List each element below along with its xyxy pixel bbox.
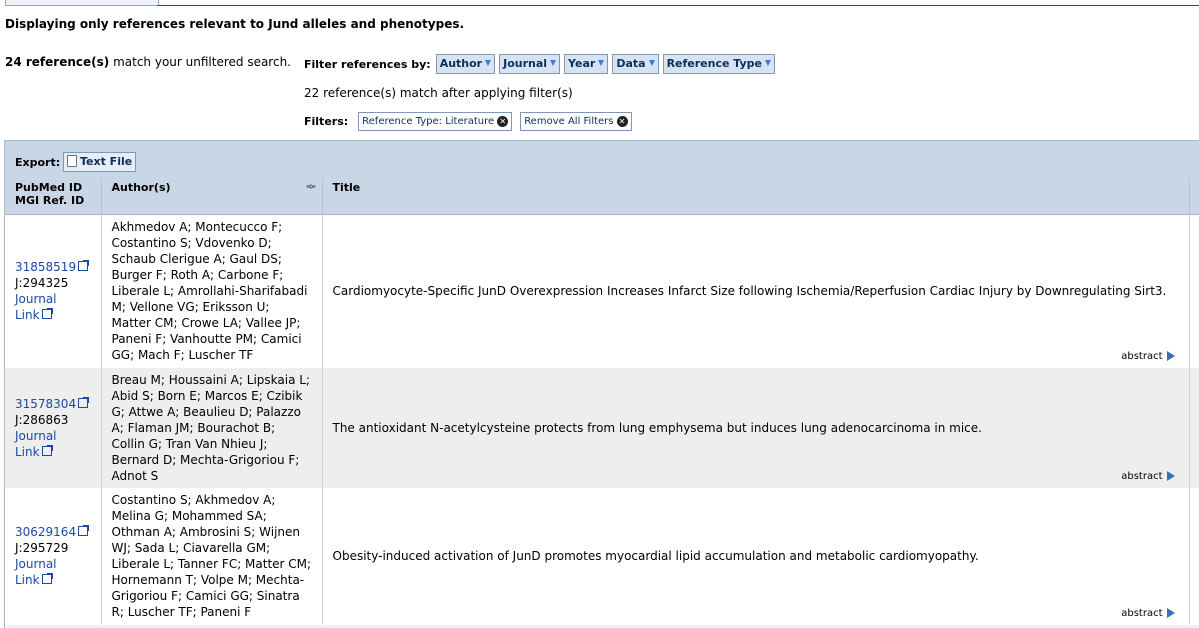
export-bar: Export: Text File: [5, 141, 1199, 177]
pubmed-link[interactable]: 30629164: [15, 525, 90, 539]
filter-reference-type-button[interactable]: Reference Type: [662, 54, 775, 74]
reference-title: Cardiomyocyte-Specific JunD Overexpressi…: [332, 284, 1167, 299]
reference-count-number: 24 reference(s): [5, 55, 110, 69]
reference-title: The antioxidant N-acetylcysteine protect…: [332, 420, 982, 435]
column-header-id: PubMed ID MGI Ref. ID: [5, 177, 102, 215]
mgi-id: J:286863: [15, 412, 69, 427]
active-filters: Filters: Reference Type: Literature ✕ Rem…: [304, 112, 640, 131]
filter-by-label: Filter references by:: [304, 57, 431, 71]
external-link-icon: [78, 260, 90, 272]
filter-funnel-icon: [764, 60, 771, 66]
title-cell: Obesity-induced activation of JunD promo…: [322, 487, 1190, 625]
reference-count: 24 reference(s) match your unfiltered se…: [5, 55, 291, 69]
column-header-extra: [1189, 177, 1199, 215]
remove-all-icon[interactable]: ✕: [616, 116, 628, 127]
table-row: 30629164 J:295729 Journal Link Costantino…: [5, 487, 1199, 625]
mgi-id: J:294325: [15, 276, 69, 291]
mgi-id: J:295729: [15, 541, 69, 555]
intro-text: Displaying only references relevant to J…: [5, 17, 465, 31]
export-text-file-button[interactable]: Text File: [63, 152, 137, 172]
tab-divider: [157, 5, 1199, 6]
id-cell: 30629164 J:295729 Journal Link: [5, 487, 102, 625]
remove-all-filters-button[interactable]: Remove All Filters ✕: [520, 112, 632, 131]
journal-link[interactable]: Journal Link: [15, 292, 57, 322]
table-row: 31858519 J:294325 Journal Link Akhmedov A…: [5, 214, 1199, 368]
external-link-icon: [41, 573, 53, 584]
abstract-toggle[interactable]: abstract: [1121, 606, 1175, 622]
authors-cell: Akhmedov A; Montecucco F; Costantino S; …: [101, 214, 323, 368]
sort-icon[interactable]: ︿ ﹀: [306, 181, 315, 196]
expand-triangle-icon: [1166, 470, 1175, 481]
tab-references[interactable]: [5, 0, 159, 6]
results-panel: Export: Text File PubMed ID MGI Ref. ID A…: [4, 140, 1199, 628]
remove-filter-icon[interactable]: ✕: [497, 116, 509, 127]
filters-label: Filters:: [304, 115, 349, 128]
external-link-icon: [41, 444, 53, 456]
pubmed-link[interactable]: 31578304: [15, 396, 90, 411]
filter-journal-button[interactable]: Journal: [499, 54, 561, 74]
column-header-authors[interactable]: Author(s) ︿ ﹀: [101, 177, 323, 215]
journal-link[interactable]: Journal Link: [15, 557, 57, 587]
filter-funnel-icon: [550, 60, 557, 66]
title-cell: Cardiomyocyte-Specific JunD Overexpressi…: [322, 214, 1190, 368]
filter-funnel-icon: [598, 60, 605, 66]
filter-author-button[interactable]: Author: [435, 54, 496, 74]
filter-funnel-icon: [648, 60, 655, 66]
filter-data-button[interactable]: Data: [612, 54, 659, 74]
filtered-count: 22 reference(s) match after applying fil…: [304, 86, 573, 100]
document-icon: [67, 155, 77, 167]
id-cell: 31858519 J:294325 Journal Link: [5, 214, 102, 368]
id-cell: 31578304 J:286863 Journal Link: [5, 367, 102, 488]
authors-cell: Costantino S; Akhmedov A; Melina G; Moha…: [101, 487, 323, 625]
references-table: PubMed ID MGI Ref. ID Author(s) ︿ ﹀ Title 3…: [5, 177, 1199, 625]
tab-strip: [0, 0, 1199, 6]
authors-cell: Breau M; Houssaini A; Lipskaia L; Abid S…: [101, 367, 323, 488]
filter-bar: Filter references by: Author Journal Yea…: [304, 54, 779, 74]
reference-title: Obesity-induced activation of JunD promo…: [332, 549, 979, 563]
expand-triangle-icon: [1166, 607, 1175, 618]
external-link-icon: [78, 525, 90, 536]
column-header-title: Title: [322, 177, 1190, 215]
filter-funnel-icon: [485, 60, 492, 66]
journal-link[interactable]: Journal Link: [15, 429, 57, 459]
table-row: 31578304 J:286863 Journal Link Breau M; H…: [5, 367, 1199, 488]
filter-chip-reference-type[interactable]: Reference Type: Literature ✕: [358, 112, 513, 131]
abstract-toggle[interactable]: abstract: [1121, 349, 1175, 365]
pubmed-link[interactable]: 31858519: [15, 260, 90, 274]
title-cell: The antioxidant N-acetylcysteine protect…: [322, 367, 1190, 488]
external-link-icon: [78, 396, 90, 408]
export-label: Export:: [15, 156, 61, 169]
abstract-toggle[interactable]: abstract: [1121, 469, 1175, 485]
reference-count-text: match your unfiltered search.: [109, 55, 291, 69]
external-link-icon: [41, 308, 53, 320]
filter-year-button[interactable]: Year: [564, 54, 609, 74]
expand-triangle-icon: [1166, 350, 1175, 361]
